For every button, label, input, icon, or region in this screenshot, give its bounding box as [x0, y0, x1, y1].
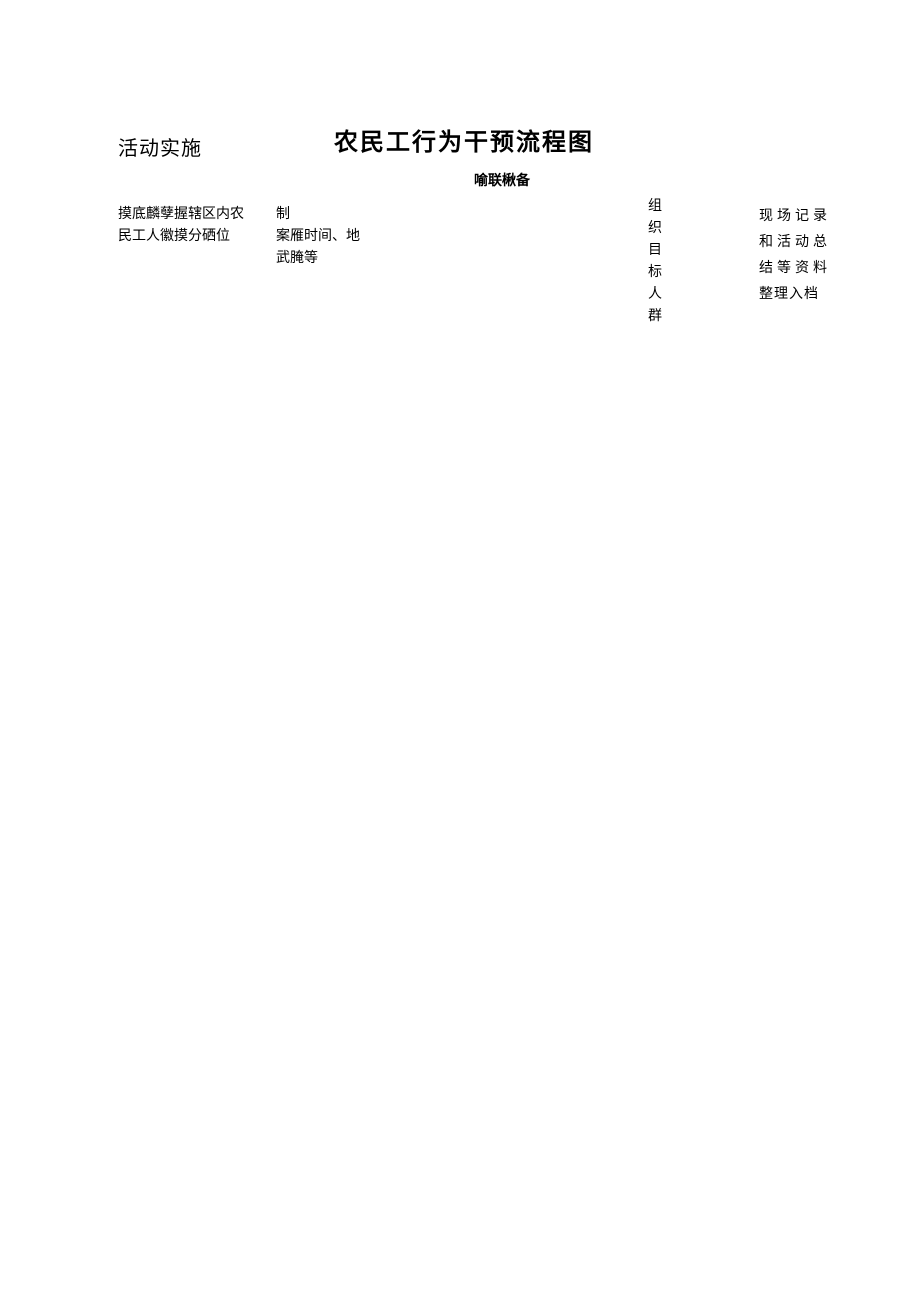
col3-c1: 组: [648, 196, 664, 218]
main-title: 农民工行为干预流程图: [334, 122, 594, 157]
col4-line2: 和活动总: [759, 230, 855, 256]
col3-c2: 织: [648, 218, 664, 240]
col2-line3: 武腌等: [276, 248, 376, 270]
column-3: 组 织 目 标 人 群: [648, 196, 664, 328]
column-4: 现场记录 和活动总 结等资料 整理入档: [759, 204, 855, 308]
col2-line2: 案雁时间、地: [276, 226, 376, 248]
col4-line4: 整理入档: [759, 282, 855, 308]
col4-line1: 现场记录: [759, 204, 855, 230]
col1-line2: 民工人徽摸分硒位: [118, 226, 258, 248]
subtitle: 喻联楸备: [474, 170, 530, 190]
col1-line1: 摸底麟孽握辖区内农: [118, 204, 258, 226]
col4-line3: 结等资料: [759, 256, 855, 282]
column-2: 制 案雁时间、地 武腌等: [276, 204, 376, 270]
activity-label: 活动实施: [118, 132, 202, 161]
col3-c6: 群: [648, 306, 664, 328]
col3-c3: 目: [648, 240, 664, 262]
col3-c5: 人: [648, 284, 664, 306]
column-1: 摸底麟孽握辖区内农 民工人徽摸分硒位: [118, 204, 258, 248]
col3-c4: 标: [648, 262, 664, 284]
col2-line1: 制: [276, 204, 376, 226]
